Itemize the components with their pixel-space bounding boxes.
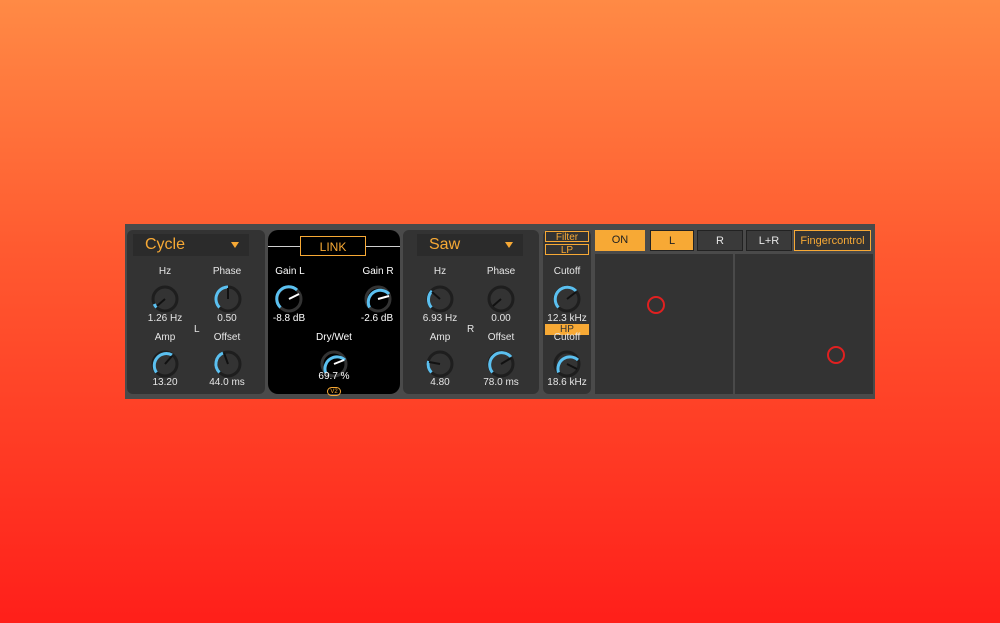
left-amp-label: Amp (154, 332, 176, 343)
left-amp-knob[interactable] (148, 347, 182, 381)
right-hz-label: Hz (433, 266, 447, 277)
xy-pad-left[interactable] (595, 254, 733, 394)
on-button[interactable]: ON (595, 230, 645, 251)
right-amp-knob[interactable] (423, 347, 457, 381)
lp-cutoff-label: Cutoff (553, 266, 581, 277)
left-waveform-value: Cycle (145, 236, 186, 253)
left-amp-value: 13.20 (152, 377, 178, 388)
hp-cutoff-value: 18.6 kHz (547, 377, 587, 388)
right-phase-label: Phase (486, 266, 516, 277)
link-panel: LINK Gain L -8.8 dB Gain R -2.6 dB Dry/W… (268, 230, 400, 396)
right-hz-knob[interactable] (423, 282, 457, 316)
xy-pad-handle[interactable] (647, 296, 665, 314)
left-offset-label: Offset (213, 332, 241, 343)
right-waveform-value: Saw (429, 236, 461, 253)
device-panel: Cycle Hz 1.26 Hz Phase 0.50 L Amp 13.20 … (125, 224, 875, 399)
l-plus-r-button[interactable]: L+R (746, 230, 792, 251)
left-offset-value: 44.0 ms (209, 377, 245, 388)
gain-r-knob[interactable] (361, 282, 395, 316)
right-phase-knob[interactable] (484, 282, 518, 316)
chevron-down-icon (231, 242, 239, 248)
hp-cutoff-label: Cutoff (553, 332, 581, 343)
left-hz-knob[interactable] (148, 282, 182, 316)
filter-panel: Filter LP Cutoff 12.3 kHz HP Cutoff 18.6… (543, 230, 591, 394)
xy-pad-right[interactable] (735, 254, 873, 394)
right-phase-value: 0.00 (491, 313, 511, 324)
left-waveform-select[interactable]: Cycle (133, 234, 249, 256)
left-phase-label: Phase (212, 266, 242, 277)
gain-l-value: -8.8 dB (272, 313, 306, 324)
right-offset-knob[interactable] (484, 347, 518, 381)
left-hz-value: 1.26 Hz (147, 313, 183, 324)
right-offset-value: 78.0 ms (483, 377, 519, 388)
left-offset-knob[interactable] (211, 347, 245, 381)
lp-toggle[interactable]: LP (545, 244, 589, 256)
dry-wet-label: Dry/Wet (316, 332, 352, 343)
r-button[interactable]: R (697, 230, 743, 251)
gain-l-knob[interactable] (272, 282, 306, 316)
chevron-down-icon (505, 242, 513, 248)
right-amp-value: 4.80 (430, 377, 450, 388)
right-amp-label: Amp (429, 332, 451, 343)
gain-r-label: Gain R (362, 266, 394, 277)
right-offset-label: Offset (487, 332, 515, 343)
left-phase-value: 0.50 (217, 313, 237, 324)
dry-wet-value: 69.7 % (318, 371, 350, 382)
right-waveform-select[interactable]: Saw (417, 234, 523, 256)
version-badge: V2 (327, 387, 341, 396)
left-lfo-panel: Cycle Hz 1.26 Hz Phase 0.50 L Amp 13.20 … (127, 230, 265, 394)
gain-l-label: Gain L (275, 266, 305, 277)
gain-r-value: -2.6 dB (360, 313, 394, 324)
l-button[interactable]: L (650, 230, 694, 251)
link-button[interactable]: LINK (300, 236, 366, 256)
hp-cutoff-knob[interactable] (550, 347, 584, 381)
right-hz-value: 6.93 Hz (422, 313, 458, 324)
lp-cutoff-value: 12.3 kHz (547, 313, 587, 324)
lp-cutoff-knob[interactable] (550, 282, 584, 316)
xy-pad-handle[interactable] (827, 346, 845, 364)
fingercontrol-button[interactable]: Fingercontrol (794, 230, 871, 251)
filter-title: Filter (545, 231, 589, 243)
right-lfo-panel: Saw Hz 6.93 Hz Phase 0.00 R Amp 4.80 Off… (403, 230, 539, 394)
left-phase-knob[interactable] (211, 282, 245, 316)
left-hz-label: Hz (158, 266, 172, 277)
